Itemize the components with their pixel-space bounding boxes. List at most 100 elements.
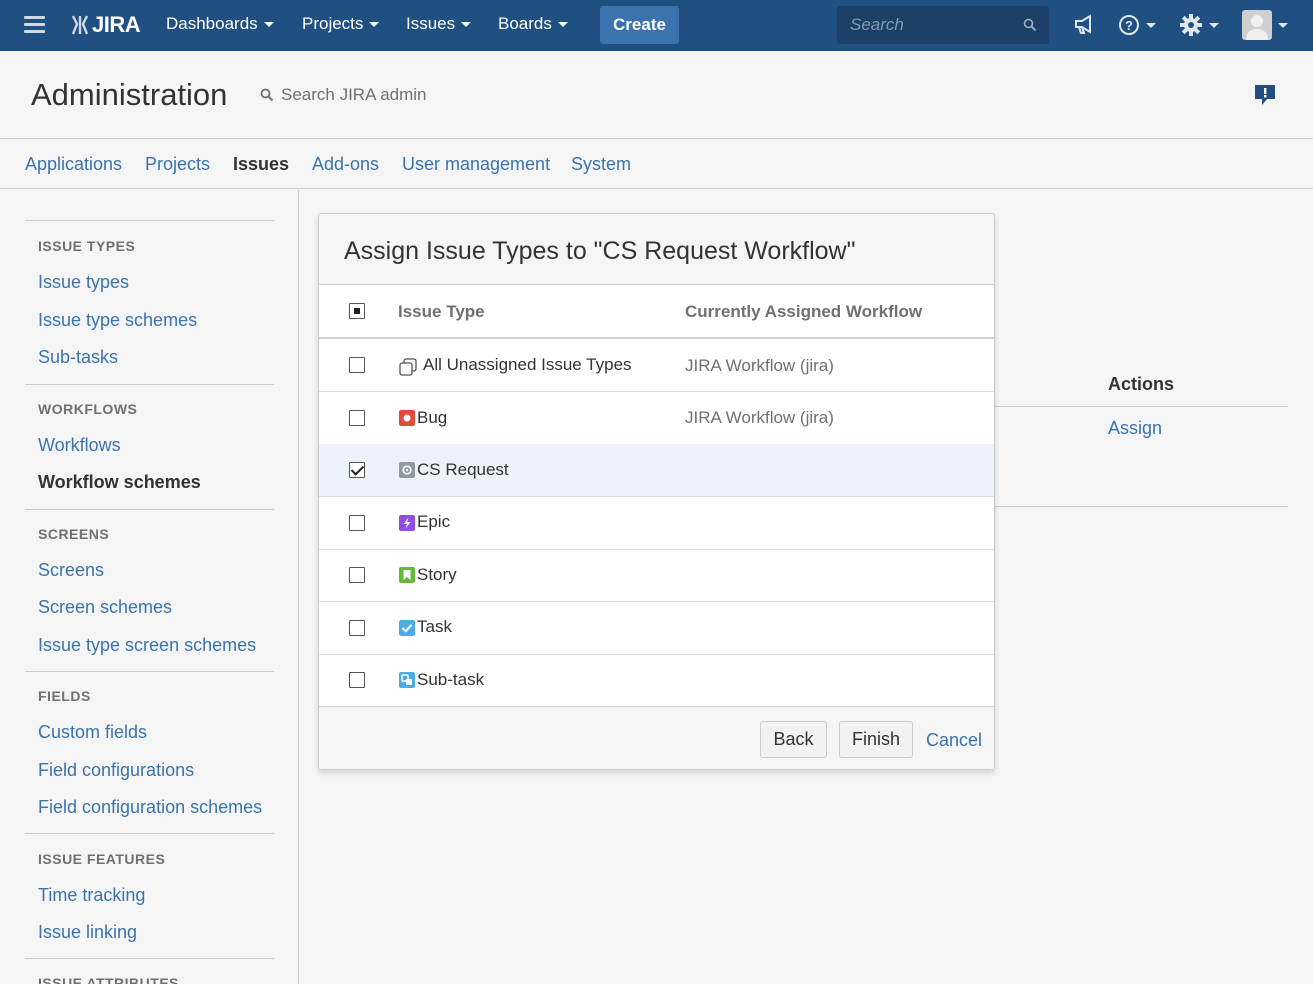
finish-button[interactable]: Finish — [839, 721, 913, 758]
row-checkbox[interactable] — [349, 410, 365, 426]
issue-type-name: Epic — [417, 512, 451, 531]
select-all-checkbox[interactable] — [349, 303, 365, 319]
sidebar-item-time-tracking[interactable]: Time tracking — [38, 885, 145, 906]
workflow-name: JIRA Workflow (jira) — [685, 408, 834, 427]
nav-boards[interactable]: Boards — [498, 14, 568, 34]
admin-header: Administration Search JIRA admin — [0, 51, 1313, 139]
nav-issues[interactable]: Issues — [406, 14, 472, 34]
chevron-down-icon — [461, 22, 472, 28]
row-checkbox[interactable] — [349, 567, 365, 583]
search-icon — [260, 88, 274, 102]
sidebar-item-workflows[interactable]: Workflows — [38, 435, 121, 456]
table-row[interactable]: Task — [319, 602, 994, 655]
help-menu[interactable]: ? — [1118, 14, 1156, 36]
table-divider — [994, 406, 1288, 407]
issue-type-name: CS Request — [417, 460, 509, 479]
admin-search[interactable]: Search JIRA admin — [260, 85, 427, 105]
epic-icon — [399, 515, 415, 531]
announcement-megaphone-icon[interactable] — [1073, 13, 1095, 35]
tab-issues[interactable]: Issues — [233, 154, 289, 175]
sidebar-divider — [25, 958, 274, 959]
user-avatar[interactable] — [1242, 10, 1272, 40]
sidebar: ISSUE TYPES Issue types Issue type schem… — [0, 190, 299, 984]
chevron-down-icon — [369, 22, 380, 28]
assign-link[interactable]: Assign — [1108, 418, 1162, 439]
table-row[interactable]: Epic — [319, 497, 994, 550]
gear-icon — [1180, 14, 1202, 36]
sidebar-item-sub-tasks[interactable]: Sub-tasks — [38, 347, 118, 368]
admin-settings-menu[interactable] — [1179, 13, 1219, 37]
sidebar-item-issue-type-schemes[interactable]: Issue type schemes — [38, 310, 197, 331]
issue-type-name: Task — [417, 617, 452, 636]
sidebar-item-issue-linking[interactable]: Issue linking — [38, 922, 137, 943]
tab-user-management[interactable]: User management — [402, 154, 550, 175]
story-icon — [399, 567, 415, 583]
chevron-down-icon — [557, 22, 568, 28]
help-icon: ? — [1119, 15, 1139, 35]
row-checkbox[interactable] — [349, 515, 365, 531]
chevron-down-icon[interactable] — [1278, 23, 1288, 28]
feedback-icon[interactable] — [1254, 84, 1276, 106]
actions-column-header: Actions — [1108, 374, 1175, 394]
back-button[interactable]: Back — [760, 721, 827, 758]
workflow-name: JIRA Workflow (jira) — [685, 356, 834, 375]
sidebar-divider — [25, 671, 274, 672]
bug-icon — [399, 410, 415, 426]
sidebar-heading-workflows: WORKFLOWS — [38, 401, 138, 417]
table-row[interactable]: Story — [319, 549, 994, 602]
jira-logo[interactable]: JIRA — [71, 12, 141, 38]
row-checkbox[interactable] — [349, 357, 365, 373]
tab-applications[interactable]: Applications — [25, 154, 122, 175]
table-header: Issue Type Currently Assigned Workflow — [319, 285, 994, 339]
sidebar-item-screen-schemes[interactable]: Screen schemes — [38, 597, 172, 618]
issue-type-name: Bug — [417, 408, 448, 427]
issue-type-name: Sub-task — [417, 670, 485, 689]
tab-system[interactable]: System — [571, 154, 631, 175]
sidebar-item-issue-type-screen-schemes[interactable]: Issue type screen schemes — [38, 635, 256, 656]
dialog-title: Assign Issue Types to "CS Request Workfl… — [344, 237, 856, 265]
sidebar-item-workflow-schemes[interactable]: Workflow schemes — [38, 472, 201, 493]
sidebar-item-custom-fields[interactable]: Custom fields — [38, 722, 147, 743]
table-row[interactable]: CS Request — [319, 444, 994, 497]
tab-add-ons[interactable]: Add-ons — [312, 154, 379, 175]
nav-projects[interactable]: Projects — [302, 14, 380, 34]
admin-tabs: Applications Projects Issues Add-ons Use… — [0, 140, 1313, 189]
row-checkbox[interactable] — [349, 620, 365, 636]
table-row[interactable]: Bug JIRA Workflow (jira) — [319, 392, 994, 445]
tab-projects[interactable]: Projects — [145, 154, 210, 175]
sidebar-item-issue-types[interactable]: Issue types — [38, 272, 129, 293]
admin-search-label: Search JIRA admin — [281, 85, 427, 104]
sidebar-item-field-configurations[interactable]: Field configurations — [38, 760, 194, 781]
sidebar-divider — [25, 384, 274, 385]
table-row[interactable]: All Unassigned Issue Types JIRA Workflow… — [319, 339, 994, 392]
nav-dashboards[interactable]: Dashboards — [166, 14, 274, 34]
task-icon — [399, 620, 415, 636]
row-checkbox[interactable] — [349, 462, 365, 478]
cs-request-icon — [399, 462, 415, 478]
user-avatar-icon — [1246, 15, 1268, 40]
jira-logo-icon — [71, 15, 89, 35]
sidebar-heading-fields: FIELDS — [38, 688, 91, 704]
nav-dashboards-label: Dashboards — [166, 14, 258, 33]
workflow-column-header: Currently Assigned Workflow — [685, 302, 923, 321]
nav-projects-label: Projects — [302, 14, 364, 33]
search-input[interactable] — [850, 15, 1020, 35]
table-row[interactable]: Sub-task — [319, 654, 994, 707]
sidebar-item-field-configuration-schemes[interactable]: Field configuration schemes — [38, 797, 262, 818]
chevron-down-icon — [1209, 22, 1219, 28]
chevron-down-icon — [263, 22, 274, 28]
create-button[interactable]: Create — [600, 6, 679, 44]
row-checkbox[interactable] — [349, 672, 365, 688]
sidebar-heading-issue-features: ISSUE FEATURES — [38, 851, 166, 867]
assign-issue-types-dialog: Assign Issue Types to "CS Request Workfl… — [318, 213, 995, 770]
page-title: Administration — [31, 77, 228, 112]
sidebar-heading-screens: SCREENS — [38, 526, 110, 542]
sidebar-item-screens[interactable]: Screens — [38, 560, 104, 581]
app-switcher-icon[interactable] — [24, 16, 45, 33]
issue-type-name: Story — [417, 565, 457, 584]
issue-type-name: All Unassigned Issue Types — [423, 355, 632, 374]
cancel-link[interactable]: Cancel — [926, 730, 982, 751]
unassigned-icon — [399, 358, 417, 376]
search-icon[interactable] — [1023, 18, 1037, 32]
nav-issues-label: Issues — [406, 14, 456, 33]
